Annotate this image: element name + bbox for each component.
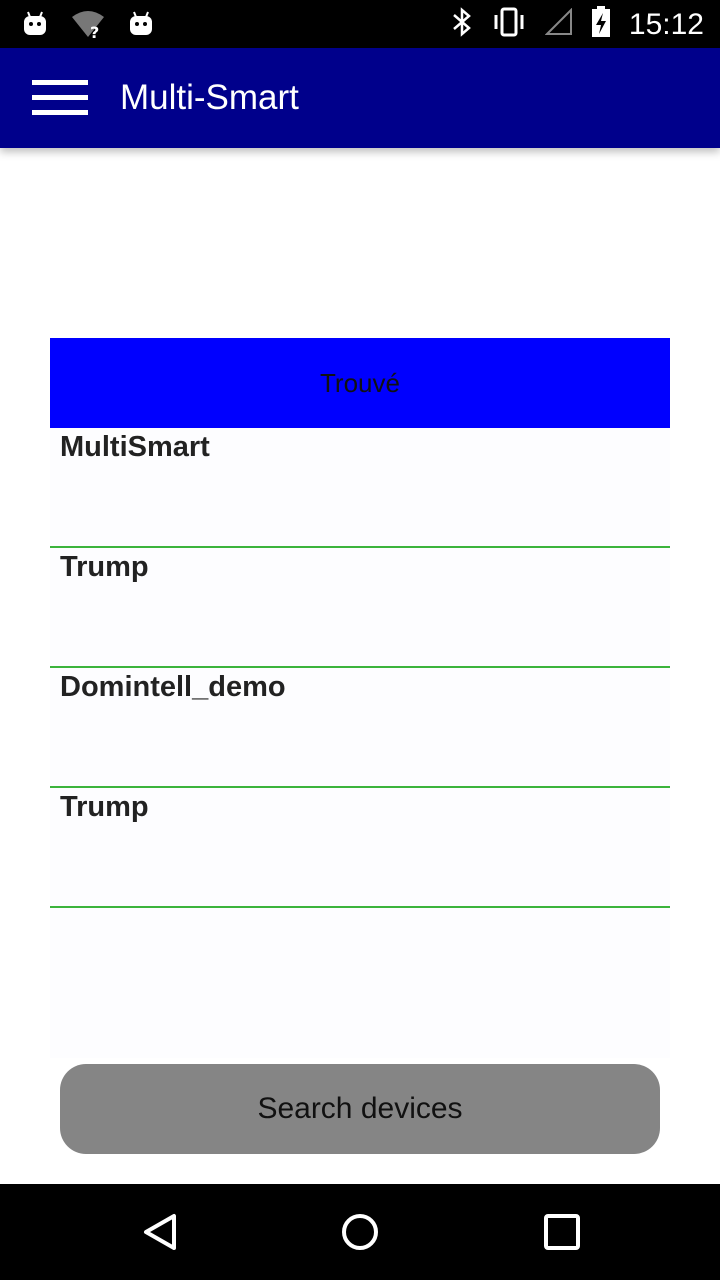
status-time: 15:12 [628, 7, 704, 41]
home-icon[interactable] [340, 1212, 380, 1252]
system-icons: 15:12 [451, 6, 704, 43]
android-icon [128, 11, 154, 42]
device-list-panel: Trouvé MultiSmart Trump Domintell_demo T… [50, 338, 670, 1058]
android-icon [22, 11, 48, 42]
search-devices-button[interactable]: Search devices [60, 1064, 660, 1154]
menu-icon[interactable] [32, 78, 88, 118]
list-item[interactable]: Domintell_demo [50, 668, 670, 788]
navigation-bar [0, 1184, 720, 1280]
bluetooth-icon [451, 6, 473, 43]
signal-icon [544, 7, 573, 41]
device-name: Domintell_demo [60, 671, 286, 703]
device-name: Trump [60, 791, 149, 823]
status-bar: ? 15:12 [0, 0, 720, 48]
back-icon[interactable] [140, 1212, 180, 1252]
wifi-unknown-icon: ? [70, 9, 106, 44]
app-bar: Multi-Smart [0, 48, 720, 148]
list-item[interactable]: Trump [50, 548, 670, 668]
battery-charging-icon [591, 6, 611, 43]
recents-icon[interactable] [542, 1212, 582, 1252]
device-name: Trump [60, 551, 149, 583]
notification-icons: ? [22, 9, 154, 44]
list-item[interactable]: MultiSmart [50, 428, 670, 548]
list-item[interactable]: Trump [50, 788, 670, 908]
device-name: MultiSmart [60, 431, 210, 463]
svg-text:?: ? [90, 23, 99, 39]
app-title: Multi-Smart [120, 78, 299, 117]
list-header: Trouvé [50, 338, 670, 428]
vibrate-icon [491, 7, 527, 42]
